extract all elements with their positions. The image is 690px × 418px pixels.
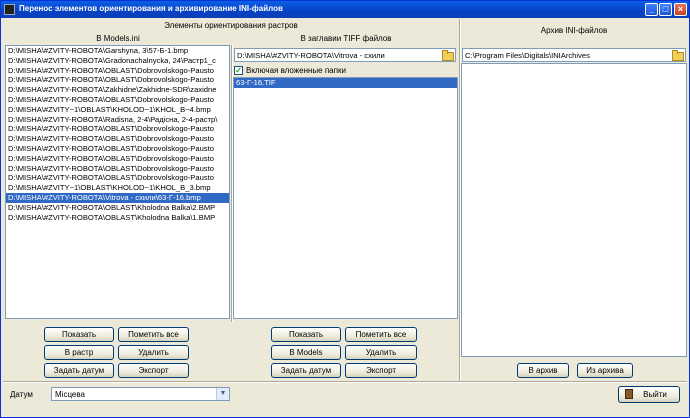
- models-show-button[interactable]: Показать: [44, 327, 114, 342]
- list-item[interactable]: 63-Г-16.TIF: [234, 78, 457, 88]
- door-exit-icon: [625, 389, 633, 399]
- archive-path-field[interactable]: C:\Program Files\Digitals\INIArchives: [462, 48, 686, 62]
- models-delete-button[interactable]: Удалить: [118, 345, 189, 360]
- list-item[interactable]: D:\MISHA\#ZVITY-ROBOTA\OBLAST\Dobrovolsk…: [6, 66, 229, 76]
- list-item[interactable]: D:\MISHA\#ZVITY-ROBOTA\Radisna, 2-4\Раді…: [6, 115, 229, 125]
- tiff-path-value: D:\MISHA\#ZVITY-ROBOTA\Vitrova - схили: [237, 51, 385, 60]
- datum-label: Датум: [10, 390, 33, 399]
- to-models-button[interactable]: В Models: [271, 345, 341, 360]
- tiff-path-field[interactable]: D:\MISHA\#ZVITY-ROBOTA\Vitrova - схили: [234, 48, 456, 62]
- datum-value: Місцева: [55, 390, 85, 399]
- list-item[interactable]: D:\MISHA\#ZVITY-ROBOTA\OBLAST\Kholodna B…: [6, 213, 229, 223]
- list-item[interactable]: D:\MISHA\#ZVITY-ROBOTA\Vitrova - схили\6…: [6, 192, 229, 203]
- from-archive-button[interactable]: Из архива: [577, 363, 633, 378]
- list-item[interactable]: D:\MISHA\#ZVITY-ROBOTA\OBLAST\Dobrovolsk…: [6, 173, 229, 183]
- exit-button[interactable]: Выйти: [618, 386, 680, 403]
- archive-title: Архив INI-файлов: [540, 26, 608, 35]
- include-subfolders-label: Включая вложенные папки: [246, 66, 346, 75]
- list-item[interactable]: D:\MISHA\#ZVITY~1\OBLAST\KHOLOD~1\KHOL_B…: [6, 105, 229, 115]
- close-button[interactable]: ×: [674, 3, 687, 16]
- include-subfolders-checkbox[interactable]: ✓: [234, 66, 243, 75]
- tiff-show-button[interactable]: Показать: [271, 327, 341, 342]
- list-item[interactable]: D:\MISHA\#ZVITY-ROBOTA\OBLAST\Dobrovolsk…: [6, 164, 229, 174]
- chevron-down-icon[interactable]: ▼: [216, 388, 229, 400]
- minimize-button[interactable]: _: [645, 3, 658, 16]
- list-item[interactable]: D:\MISHA\#ZVITY-ROBOTA\Gradonachalnycka,…: [6, 56, 229, 66]
- archive-path-value: C:\Program Files\Digitals\INIArchives: [465, 51, 590, 60]
- list-item[interactable]: D:\MISHA\#ZVITY-ROBOTA\OBLAST\Kholodna B…: [6, 203, 229, 213]
- list-item[interactable]: D:\MISHA\#ZVITY-ROBOTA\Garshyna, 3\57-Б-…: [6, 46, 229, 56]
- list-item[interactable]: D:\MISHA\#ZVITY~1\OBLAST\KHOLOD~1\KHOL_B…: [6, 183, 229, 193]
- panel-divider: [231, 45, 233, 322]
- tiff-files-list[interactable]: 63-Г-16.TIF: [233, 77, 458, 319]
- to-archive-button[interactable]: В архив: [517, 363, 569, 378]
- list-item[interactable]: D:\MISHA\#ZVITY-ROBOTA\OBLAST\Dobrovolsk…: [6, 154, 229, 164]
- exit-label: Выйти: [643, 390, 667, 399]
- to-raster-button[interactable]: В растр: [44, 345, 114, 360]
- app-window: Перенос элементов ориентирования и архив…: [0, 0, 690, 418]
- folder-icon[interactable]: [440, 49, 454, 61]
- maximize-button[interactable]: □: [659, 3, 672, 16]
- models-mark-all-button[interactable]: Пометить все: [118, 327, 189, 342]
- models-export-button[interactable]: Экспорт: [118, 363, 189, 378]
- list-item[interactable]: D:\MISHA\#ZVITY-ROBOTA\OBLAST\Dobrovolsk…: [6, 134, 229, 144]
- tiff-export-button[interactable]: Экспорт: [345, 363, 417, 378]
- list-item[interactable]: D:\MISHA\#ZVITY-ROBOTA\OBLAST\Dobrovolsk…: [6, 144, 229, 154]
- list-item[interactable]: D:\MISHA\#ZVITY-ROBOTA\Zakhidne\Zakhidne…: [6, 85, 229, 95]
- tiff-delete-button[interactable]: Удалить: [345, 345, 417, 360]
- models-ini-label: В Models.ini: [96, 34, 140, 43]
- title-bar[interactable]: Перенос элементов ориентирования и архив…: [1, 1, 689, 18]
- models-ini-list[interactable]: D:\MISHA\#ZVITY-ROBOTA\Garshyna, 3\57-Б-…: [5, 45, 230, 319]
- datum-select[interactable]: Місцева ▼: [51, 387, 230, 401]
- list-item[interactable]: D:\MISHA\#ZVITY-ROBOTA\OBLAST\Dobrovolsk…: [6, 95, 229, 105]
- tiff-set-datum-button[interactable]: Задать датум: [271, 363, 341, 378]
- list-item[interactable]: D:\MISHA\#ZVITY-ROBOTA\OBLAST\Dobrovolsk…: [6, 124, 229, 134]
- footer-separator: [3, 381, 687, 383]
- folder-icon[interactable]: [670, 49, 684, 61]
- tiff-mark-all-button[interactable]: Пометить все: [345, 327, 417, 342]
- tiff-headers-label: В заглавии TIFF файлов: [300, 34, 392, 43]
- models-set-datum-button[interactable]: Задать датум: [44, 363, 114, 378]
- app-icon: [4, 4, 15, 15]
- list-item[interactable]: D:\MISHA\#ZVITY-ROBOTA\OBLAST\Dobrovolsk…: [6, 75, 229, 85]
- window-title: Перенос элементов ориентирования и архив…: [19, 4, 283, 13]
- raster-elements-title: Элементы ориентирования растров: [164, 21, 298, 30]
- archive-list[interactable]: [461, 63, 687, 357]
